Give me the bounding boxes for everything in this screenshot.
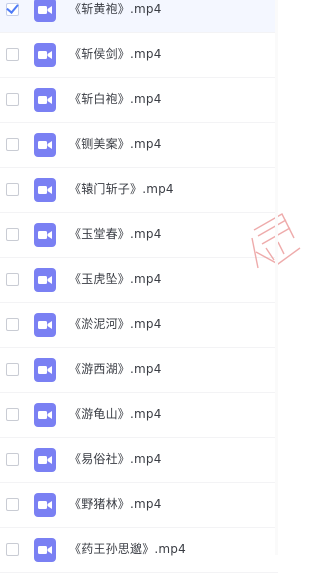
scrollbar-track[interactable] [275, 0, 278, 555]
file-name[interactable]: 《药王孙思邈》.mp4 [69, 540, 186, 557]
row-checkbox[interactable] [6, 273, 19, 286]
video-icon [34, 358, 56, 382]
file-row-2[interactable]: 《斩侯剑》.mp4 [0, 33, 278, 78]
row-checkbox[interactable] [6, 93, 19, 106]
video-icon [34, 448, 56, 472]
video-icon [34, 313, 56, 337]
file-row-8[interactable]: 《淤泥河》.mp4 [0, 303, 278, 348]
file-name[interactable]: 《游西湖》.mp4 [69, 360, 162, 377]
row-checkbox[interactable] [6, 453, 19, 466]
row-checkbox[interactable] [6, 408, 19, 421]
file-row-5[interactable]: 《辕门斩子》.mp4 [0, 168, 278, 213]
file-row-6[interactable]: 《玉堂春》.mp4 [0, 213, 278, 258]
checkmark-icon [6, 1, 19, 14]
video-icon [34, 403, 56, 427]
video-icon [34, 538, 56, 562]
row-checkbox[interactable] [6, 498, 19, 511]
file-name[interactable]: 《斩黄袍》.mp4 [69, 0, 162, 17]
file-name[interactable]: 《淤泥河》.mp4 [69, 315, 162, 332]
row-checkbox[interactable] [6, 543, 19, 556]
video-icon [34, 133, 56, 157]
row-checkbox[interactable] [6, 363, 19, 376]
row-checkbox[interactable] [6, 48, 19, 61]
file-name[interactable]: 《辕门斩子》.mp4 [69, 180, 174, 197]
file-name[interactable]: 《玉虎坠》.mp4 [69, 270, 162, 287]
video-icon [34, 493, 56, 517]
file-name[interactable]: 《野猪林》.mp4 [69, 495, 162, 512]
file-row-1[interactable]: 《斩黄袍》.mp4 [0, 0, 278, 33]
file-name[interactable]: 《斩侯剑》.mp4 [69, 45, 162, 62]
file-row-7[interactable]: 《玉虎坠》.mp4 [0, 258, 278, 303]
video-icon [34, 43, 56, 67]
file-name[interactable]: 《易俗社》.mp4 [69, 450, 162, 467]
file-row-13[interactable]: 《药王孙思邈》.mp4 [0, 528, 278, 573]
file-row-10[interactable]: 《游龟山》.mp4 [0, 393, 278, 438]
row-checkbox[interactable] [6, 1, 19, 16]
file-row-11[interactable]: 《易俗社》.mp4 [0, 438, 278, 483]
video-icon [34, 268, 56, 292]
file-name[interactable]: 《铡美案》.mp4 [69, 135, 162, 152]
row-checkbox[interactable] [6, 183, 19, 196]
file-name[interactable]: 《游龟山》.mp4 [69, 405, 162, 422]
file-row-3[interactable]: 《斩白袍》.mp4 [0, 78, 278, 123]
video-icon [34, 223, 56, 247]
row-checkbox[interactable] [6, 318, 19, 331]
video-icon [34, 88, 56, 112]
file-row-12[interactable]: 《野猪林》.mp4 [0, 483, 278, 528]
file-list: 《斩黄袍》.mp4 《斩侯剑》.mp4 《斩白袍》.mp4 《铡美案》.mp4 … [0, 0, 278, 573]
file-name[interactable]: 《斩白袍》.mp4 [69, 90, 162, 107]
row-checkbox[interactable] [6, 138, 19, 151]
video-icon [34, 178, 56, 202]
file-row-4[interactable]: 《铡美案》.mp4 [0, 123, 278, 168]
file-row-9[interactable]: 《游西湖》.mp4 [0, 348, 278, 393]
row-checkbox[interactable] [6, 228, 19, 241]
video-icon [34, 0, 56, 22]
file-name[interactable]: 《玉堂春》.mp4 [69, 225, 162, 242]
